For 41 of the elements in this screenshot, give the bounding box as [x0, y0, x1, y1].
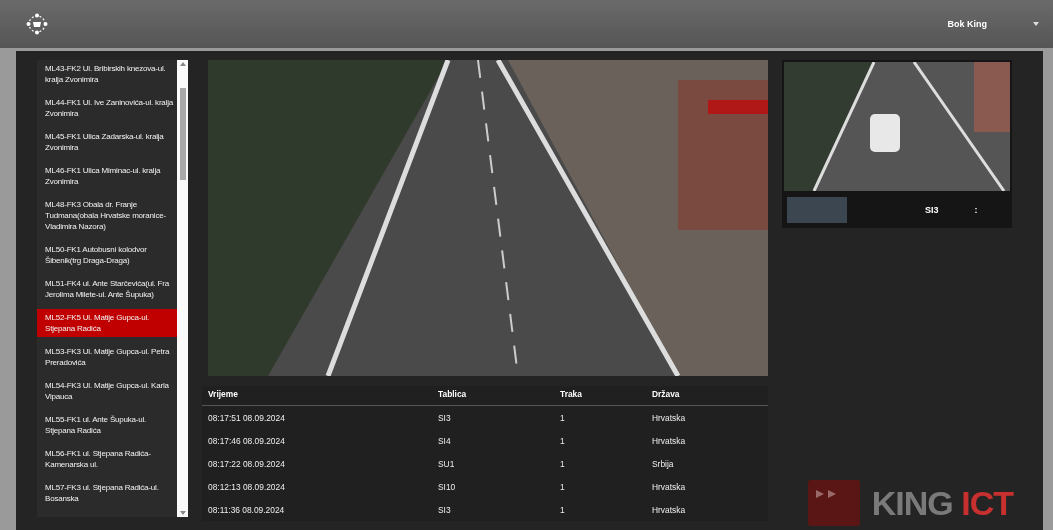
- location-item[interactable]: ML45-FK1 Ulica Zadarska-ul. kralja Zvonimira: [37, 128, 177, 156]
- location-item[interactable]: ML54-FK3 Ul. Matije Gupca-ul. Karla Vipauca: [37, 377, 177, 405]
- column-header: Tablica: [432, 386, 554, 406]
- table-cell: 1: [554, 405, 646, 429]
- table-cell: 08:11:36 08.09.2024: [202, 498, 432, 521]
- location-item[interactable]: ML46-FK1 Ulica Miminac-ul. kralja Zvonimira: [37, 162, 177, 190]
- location-item[interactable]: ML43-FK2 Ul. Bribirskih knezova-ul. kralja Zvonimira: [37, 60, 177, 88]
- location-item[interactable]: ML50-FK1 Autobusni kolodvor Šibenik(trg Draga-Draga): [37, 241, 177, 269]
- table-cell: SU1: [432, 452, 554, 475]
- table-cell: SI3: [432, 498, 554, 521]
- column-header: Država: [646, 386, 768, 406]
- location-item[interactable]: ML44-FK1 Ul. Ive Zaninovića-ul. kralja Zvonimira: [37, 94, 177, 122]
- location-item[interactable]: ML51-FK4 ul. Ante Starčevića(ul. Fra Jerolima Milete-ul. Ante Šupuka): [37, 275, 177, 303]
- location-item[interactable]: ML57-FK3 ul. Stjepana Radića-ul. Bosanska: [37, 479, 177, 507]
- column-header: Vrijeme: [202, 386, 432, 406]
- brand-name: KING ICT: [871, 483, 1013, 523]
- table-cell: Hrvatska: [646, 405, 768, 429]
- table-cell: 1: [554, 429, 646, 452]
- table-cell: 08:17:51 08.09.2024: [202, 405, 432, 429]
- table-cell: Srbija: [646, 452, 768, 475]
- location-item[interactable]: ML55-FK1 ul. Ante Šupuka-ul. Stjepana Radića: [37, 411, 177, 439]
- table-cell: Hrvatska: [646, 429, 768, 452]
- location-item[interactable]: ML56-FK1 ul. Stjepana Radića-Kamenarska ul.: [37, 445, 177, 473]
- table-cell: Hrvatska: [646, 498, 768, 521]
- location-item[interactable]: ML53-FK3 Ul. Matije Gupca-ul. Petra Preradovića: [37, 343, 177, 371]
- column-header: Traka: [554, 386, 646, 406]
- plate-reading: SI3: [925, 204, 939, 215]
- user-menu[interactable]: Bok King: [943, 13, 1043, 35]
- location-item[interactable]: ML48-FK3 Obala dr. Franje Tudmana(obala Hrvatske moranice-Vladimira Nazora): [37, 196, 177, 235]
- location-item[interactable]: ML52-FK5 Ul. Matije Gupca-ul. Stjepana Radića: [37, 309, 177, 337]
- table-cell: SI10: [432, 475, 554, 498]
- table-cell: 08:12:13 08.09.2024: [202, 475, 432, 498]
- table-cell: 08:17:22 08.09.2024: [202, 452, 432, 475]
- table-cell: Hrvatska: [646, 475, 768, 498]
- table-cell: 08:17:46 08.09.2024: [202, 429, 432, 452]
- table-cell: 1: [554, 498, 646, 521]
- table-cell: 1: [554, 452, 646, 475]
- table-cell: SI3: [432, 405, 554, 429]
- plate-reading-mark: :: [974, 204, 978, 215]
- table-cell: SI4: [432, 429, 554, 452]
- table-cell: 1: [554, 475, 646, 498]
